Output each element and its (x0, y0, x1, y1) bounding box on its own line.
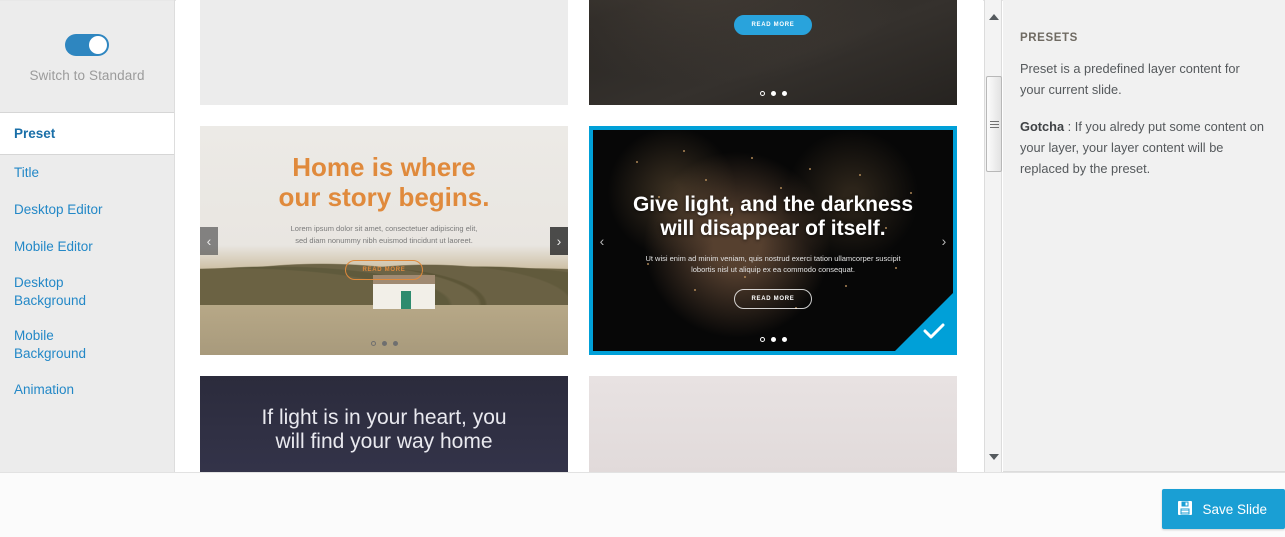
left-sidebar: Switch to Standard Preset Title Desktop … (0, 0, 175, 472)
blank-art (200, 0, 568, 105)
save-slide-label: Save Slide (1202, 501, 1267, 517)
preset-card-art: Give light, and the darkness will disapp… (593, 130, 953, 351)
preset-card-give-light[interactable]: Give light, and the darkness will disapp… (589, 126, 957, 355)
slide-dots[interactable] (589, 91, 957, 96)
preset-card-hike-while-you-can[interactable]: HIKE WHILE YOU CAN ‹ › (589, 376, 957, 472)
preset-grid: READ MORE Home is where our story begins… (200, 0, 960, 472)
slide-heading-line-1: Give light, and the darkness (632, 193, 914, 216)
slide-read-more-button[interactable]: READ MORE (733, 15, 813, 35)
slide-dot[interactable] (381, 341, 387, 346)
preset-row-2: Home is where our story begins. Lorem ip… (200, 126, 960, 355)
preset-card-blank[interactable] (200, 0, 568, 105)
footer-bar: Save Slide (0, 472, 1285, 537)
floppy-disk-icon (1177, 500, 1193, 519)
slide-read-more-button[interactable]: READ MORE (344, 259, 424, 280)
triangle-up-icon (989, 14, 999, 20)
slide-prev-arrow[interactable]: ‹ (593, 227, 611, 255)
slide-dots[interactable] (200, 341, 568, 346)
hike-art (589, 376, 957, 472)
preset-grid-viewport: READ MORE Home is where our story begins… (176, 0, 983, 472)
sidebar-item-title[interactable]: Title (0, 155, 174, 192)
slide-dot[interactable] (781, 337, 787, 342)
preset-card-art: If light is in your heart, you will find… (200, 376, 568, 472)
slide-next-arrow[interactable]: › (550, 226, 568, 255)
scrollbar-grip-icon (990, 121, 999, 128)
slide-subtext-line-2: lobortis nisl ut aliquip ex ea commodo c… (691, 265, 855, 275)
slide-text-overlay: If light is in your heart, you will find… (200, 376, 568, 472)
preset-card-home-is-where[interactable]: Home is where our story begins. Lorem ip… (200, 126, 568, 355)
slide-heading-line-2: will disappear of itself. (660, 217, 886, 241)
slide-subtext: Lorem ipsum dolor sit amet, consectetuer… (291, 223, 478, 246)
slide-text-overlay: READ MORE (589, 0, 957, 105)
preset-row-1: READ MORE (200, 0, 960, 105)
scroll-down-button[interactable] (985, 448, 1003, 466)
slide-text-overlay: Give light, and the darkness will disapp… (593, 130, 953, 351)
slide-dot[interactable] (370, 341, 376, 346)
triangle-down-icon (989, 454, 999, 460)
slide-dot[interactable] (759, 91, 765, 96)
info-panel-paragraph-1: Preset is a predefined layer content for… (1020, 61, 1240, 97)
slide-heading: Give light, and the darkness will disapp… (633, 193, 913, 242)
slide-heading: If light is in your heart, you will find… (261, 406, 506, 455)
switch-to-standard-label: Switch to Standard (29, 68, 145, 83)
slide-text-overlay: Home is where our story begins. Lorem ip… (200, 126, 568, 355)
slide-prev-arrow[interactable]: ‹ (200, 226, 218, 255)
scroll-up-button[interactable] (985, 8, 1003, 26)
slide-subtext-line-2: sed diam nonummy nibh euismod tincidunt … (295, 235, 473, 245)
sidebar-item-mobile-editor[interactable]: Mobile Editor (0, 229, 174, 266)
slide-dot[interactable] (392, 341, 398, 346)
preset-card-art: Home is where our story begins. Lorem ip… (200, 126, 568, 355)
mode-toggle-block: Switch to Standard (0, 0, 174, 113)
info-panel-title: PRESETS (1020, 32, 1078, 44)
slide-dot[interactable] (781, 91, 787, 96)
info-panel: PRESETS Preset is a predefined layer con… (1003, 0, 1285, 472)
info-panel-paragraph-2: Gotcha : If you alredy put some content … (1020, 116, 1267, 179)
save-slide-button[interactable]: Save Slide (1162, 489, 1285, 529)
sidebar-item-desktop-editor[interactable]: Desktop Editor (0, 192, 174, 229)
sidebar-item-mobile-background[interactable]: Mobile Background (0, 319, 88, 372)
preset-card-art: HIKE WHILE YOU CAN ‹ › (589, 376, 957, 472)
scrollbar-thumb[interactable] (986, 76, 1002, 172)
sidebar-item-animation[interactable]: Animation (0, 372, 174, 409)
sidebar-item-desktop-background[interactable]: Desktop Background (0, 266, 88, 319)
gotcha-label: Gotcha (1020, 119, 1065, 134)
preset-chooser-screen: Switch to Standard Preset Title Desktop … (0, 0, 1285, 537)
slide-dot[interactable] (770, 337, 776, 342)
sidebar-item-preset[interactable]: Preset (0, 113, 174, 155)
slide-read-more-button[interactable]: READ MORE (733, 288, 813, 309)
slide-heading-line-1: Home is where (292, 152, 476, 182)
slide-dots[interactable] (593, 337, 953, 342)
preset-card-road[interactable]: READ MORE (589, 0, 957, 105)
switch-to-standard-toggle[interactable] (65, 34, 109, 56)
preset-card-art (200, 0, 568, 105)
slide-heading-line-1: If light is in your heart, you (261, 406, 507, 429)
toggle-knob (89, 36, 107, 54)
slide-next-arrow[interactable]: › (935, 227, 953, 255)
slide-dot[interactable] (770, 91, 776, 96)
preset-card-art: READ MORE (589, 0, 957, 105)
slide-subtext-line-1: Lorem ipsum dolor sit amet, consectetuer… (290, 224, 478, 234)
slide-dot[interactable] (759, 337, 765, 342)
slide-heading-line-2: our story begins. (278, 182, 490, 213)
slide-subtext: Ut wisi enim ad minim veniam, quis nostr… (645, 253, 900, 276)
preset-card-if-light[interactable]: If light is in your heart, you will find… (200, 376, 568, 472)
preset-grid-scrollbar[interactable] (984, 0, 1002, 472)
slide-heading-line-2: will find your way home (275, 430, 493, 454)
preset-row-3: If light is in your heart, you will find… (200, 376, 960, 472)
sidebar-nav: Preset Title Desktop Editor Mobile Edito… (0, 113, 174, 472)
slide-subtext-line-1: Ut wisi enim ad minim veniam, quis nostr… (645, 253, 901, 263)
slide-heading: Home is where our story begins. (279, 152, 490, 212)
